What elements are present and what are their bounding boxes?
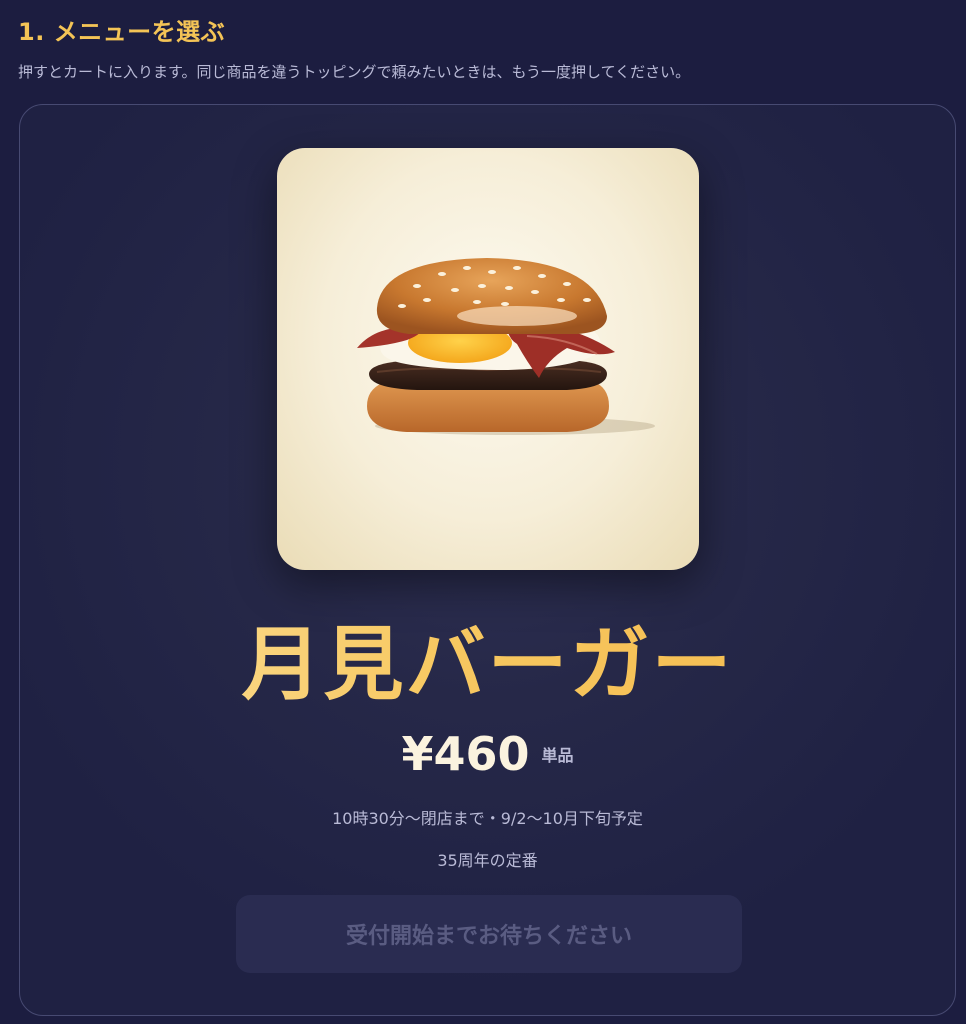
section-description: 押すとカートに入ります。同じ商品を違うトッピングで頼みたいときは、もう一度押して… (18, 63, 691, 81)
product-name: 月見バーガー (20, 615, 955, 715)
menu-item-card[interactable]: 月見バーガー ¥460 単品 10時30分〜閉店まで・9/2〜10月下旬予定 35… (19, 104, 956, 1016)
availability-info: 10時30分〜閉店まで・9/2〜10月下旬予定 (332, 809, 643, 828)
order-wait-button[interactable]: 受付開始までお待ちください (236, 895, 742, 973)
product-image (277, 148, 699, 570)
burger-illustration (357, 258, 655, 435)
price-row: ¥460 単品 (20, 727, 955, 781)
product-price: ¥460 (401, 727, 530, 781)
price-unit-label: 単品 (541, 746, 574, 765)
section-title: 1. メニューを選ぶ (18, 18, 226, 46)
product-tagline: 35周年の定番 (437, 851, 538, 870)
